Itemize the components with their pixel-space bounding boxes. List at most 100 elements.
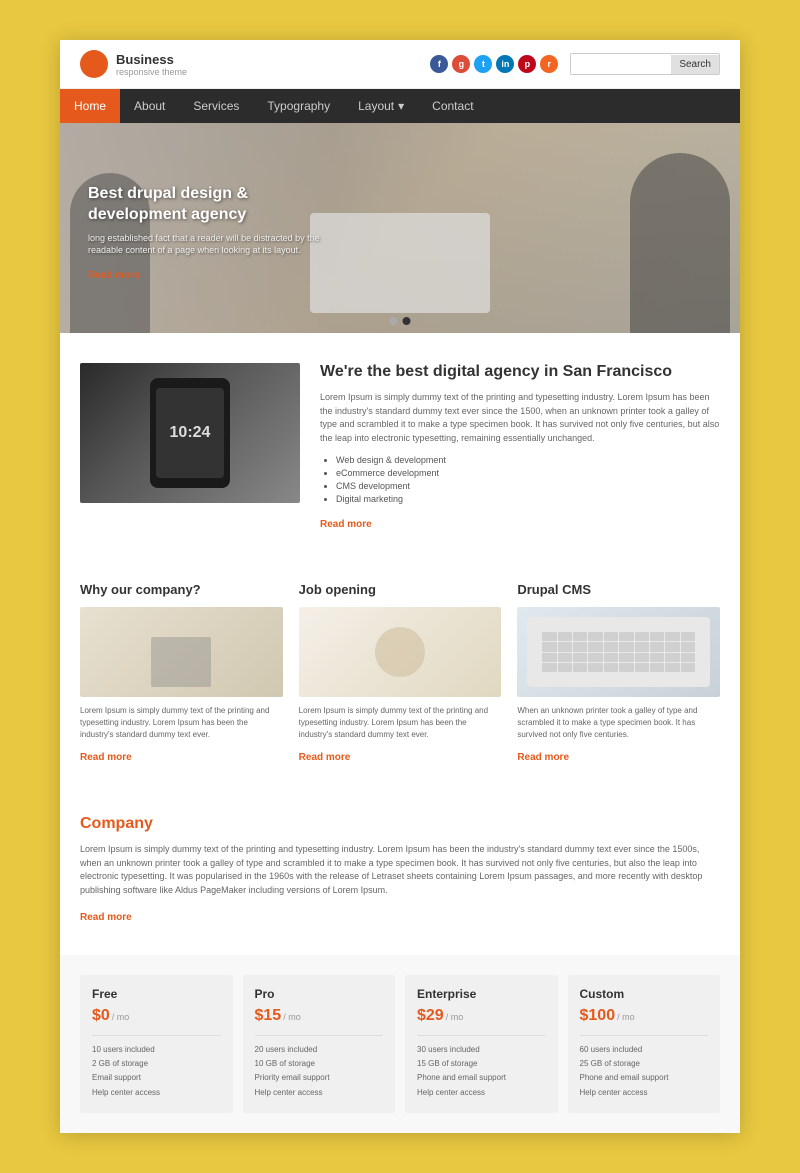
googleplus-icon[interactable]: g [452, 55, 470, 73]
pricing-feature: 25 GB of storage [580, 1058, 709, 1069]
key [650, 642, 664, 651]
key [542, 642, 556, 651]
logo-subtitle: responsive theme [116, 67, 187, 77]
nav-item-contact[interactable]: Contact [418, 89, 487, 123]
key [681, 632, 695, 641]
facebook-icon[interactable]: f [430, 55, 448, 73]
pricing-name-custom: Custom [580, 987, 709, 1001]
key [588, 632, 602, 641]
social-icons-group: f g t in p r [430, 55, 558, 73]
hero-content: Best drupal design & development agency … [88, 184, 328, 283]
about-readmore-link[interactable]: Read more [320, 519, 372, 530]
laptop-shape [310, 213, 490, 313]
list-item: eCommerce development [336, 468, 720, 478]
key [619, 642, 633, 651]
person-right-silhouette [630, 153, 730, 333]
pricing-price-pro: $15 [255, 1007, 282, 1025]
key [558, 663, 572, 672]
company-title: Company [80, 815, 720, 833]
company-section: Company Lorem Ipsum is simply dummy text… [60, 795, 740, 955]
key [558, 632, 572, 641]
key [588, 663, 602, 672]
logo-title: Business [116, 52, 187, 67]
key [635, 663, 649, 672]
pricing-card-enterprise: Enterprise $29 / mo 30 users included 15… [405, 975, 558, 1113]
slider-dot-2[interactable] [403, 317, 411, 325]
key [542, 632, 556, 641]
col-item-1: Why our company? Lorem Ipsum is simply d… [80, 582, 283, 765]
col-3-image [517, 607, 720, 697]
main-nav: Home About Services Typography Layout ▾ … [60, 89, 740, 123]
search-form: Search [570, 53, 720, 75]
col-item-3: Drupal CMS [517, 582, 720, 765]
pricing-card-custom: Custom $100 / mo 60 users included 25 GB… [568, 975, 721, 1113]
search-button[interactable]: Search [671, 55, 719, 74]
key [665, 653, 679, 662]
pricing-period-enterprise: / mo [446, 1012, 464, 1022]
key [604, 642, 618, 651]
slider-dot-1[interactable] [390, 317, 398, 325]
linkedin-icon[interactable]: in [496, 55, 514, 73]
key [681, 642, 695, 651]
pricing-feature: 10 GB of storage [255, 1058, 384, 1069]
col-2-image [299, 607, 502, 697]
key [604, 632, 618, 641]
hero-title: Best drupal design & development agency [88, 184, 328, 226]
pricing-feature: 30 users included [417, 1044, 546, 1055]
col-3-readmore[interactable]: Read more [517, 752, 569, 763]
pricing-feature: 15 GB of storage [417, 1058, 546, 1069]
list-item: CMS development [336, 481, 720, 491]
col-3-text: When an unknown printer took a galley of… [517, 705, 720, 741]
twitter-icon[interactable]: t [474, 55, 492, 73]
rss-icon[interactable]: r [540, 55, 558, 73]
col-1-title: Why our company? [80, 582, 283, 597]
pricing-feature: Phone and email support [580, 1072, 709, 1083]
phone-shape: 10:24 [150, 378, 230, 488]
pricing-name-free: Free [92, 987, 221, 1001]
key [558, 653, 572, 662]
nav-item-about[interactable]: About [120, 89, 179, 123]
nav-item-home[interactable]: Home [60, 89, 120, 123]
search-input[interactable] [571, 54, 671, 74]
about-content: We're the best digital agency in San Fra… [320, 363, 720, 532]
list-item: Web design & development [336, 455, 720, 465]
key [573, 663, 587, 672]
pricing-period-custom: / mo [617, 1012, 635, 1022]
col-1-text: Lorem Ipsum is simply dummy text of the … [80, 705, 283, 741]
key [650, 663, 664, 672]
pinterest-icon[interactable]: p [518, 55, 536, 73]
pricing-divider [255, 1035, 384, 1036]
key [573, 653, 587, 662]
pricing-feature: 60 users included [580, 1044, 709, 1055]
key [650, 653, 664, 662]
hero-readmore-link[interactable]: Read more [88, 270, 140, 281]
pricing-name-pro: Pro [255, 987, 384, 1001]
pricing-divider [417, 1035, 546, 1036]
key [635, 632, 649, 641]
key [650, 632, 664, 641]
nav-item-layout[interactable]: Layout ▾ [344, 89, 418, 123]
key [542, 663, 556, 672]
key [619, 632, 633, 641]
three-columns-section: Why our company? Lorem Ipsum is simply d… [60, 562, 740, 795]
col-1-readmore[interactable]: Read more [80, 752, 132, 763]
about-text: Lorem Ipsum is simply dummy text of the … [320, 391, 720, 445]
key [588, 653, 602, 662]
about-list: Web design & development eCommerce devel… [320, 455, 720, 504]
logo-area: Business responsive theme [80, 50, 430, 78]
phone-screen: 10:24 [156, 388, 224, 478]
nav-item-typography[interactable]: Typography [253, 89, 344, 123]
key [558, 642, 572, 651]
coffee-cup-shape [375, 627, 425, 677]
hero-description: long established fact that a reader will… [88, 232, 328, 257]
col-2-readmore[interactable]: Read more [299, 752, 351, 763]
pricing-feature: Phone and email support [417, 1072, 546, 1083]
key [681, 663, 695, 672]
pricing-feature: Help center access [92, 1087, 221, 1098]
company-readmore-link[interactable]: Read more [80, 912, 132, 923]
nav-item-services[interactable]: Services [179, 89, 253, 123]
pricing-grid: Free $0 / mo 10 users included 2 GB of s… [80, 975, 720, 1113]
key [665, 632, 679, 641]
pricing-price-custom: $100 [580, 1007, 616, 1025]
key [635, 642, 649, 651]
